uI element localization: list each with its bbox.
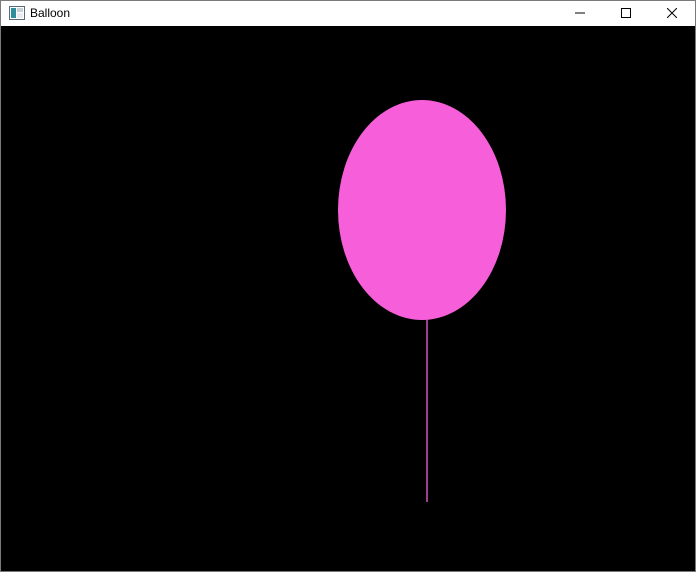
window-title: Balloon [30,6,71,20]
minimize-button[interactable] [557,1,603,26]
balloon-scene [1,26,695,571]
close-button[interactable] [649,1,695,26]
scene-background [1,26,695,571]
maximize-icon [621,5,631,23]
close-icon [666,5,678,23]
minimize-icon [575,5,585,23]
app-icon [9,5,25,21]
app-window: Balloon [0,0,696,572]
drawing-canvas[interactable] [1,26,695,571]
window-controls [557,1,695,26]
title-bar[interactable]: Balloon [1,1,695,26]
balloon-body [338,100,506,320]
maximize-button[interactable] [603,1,649,26]
